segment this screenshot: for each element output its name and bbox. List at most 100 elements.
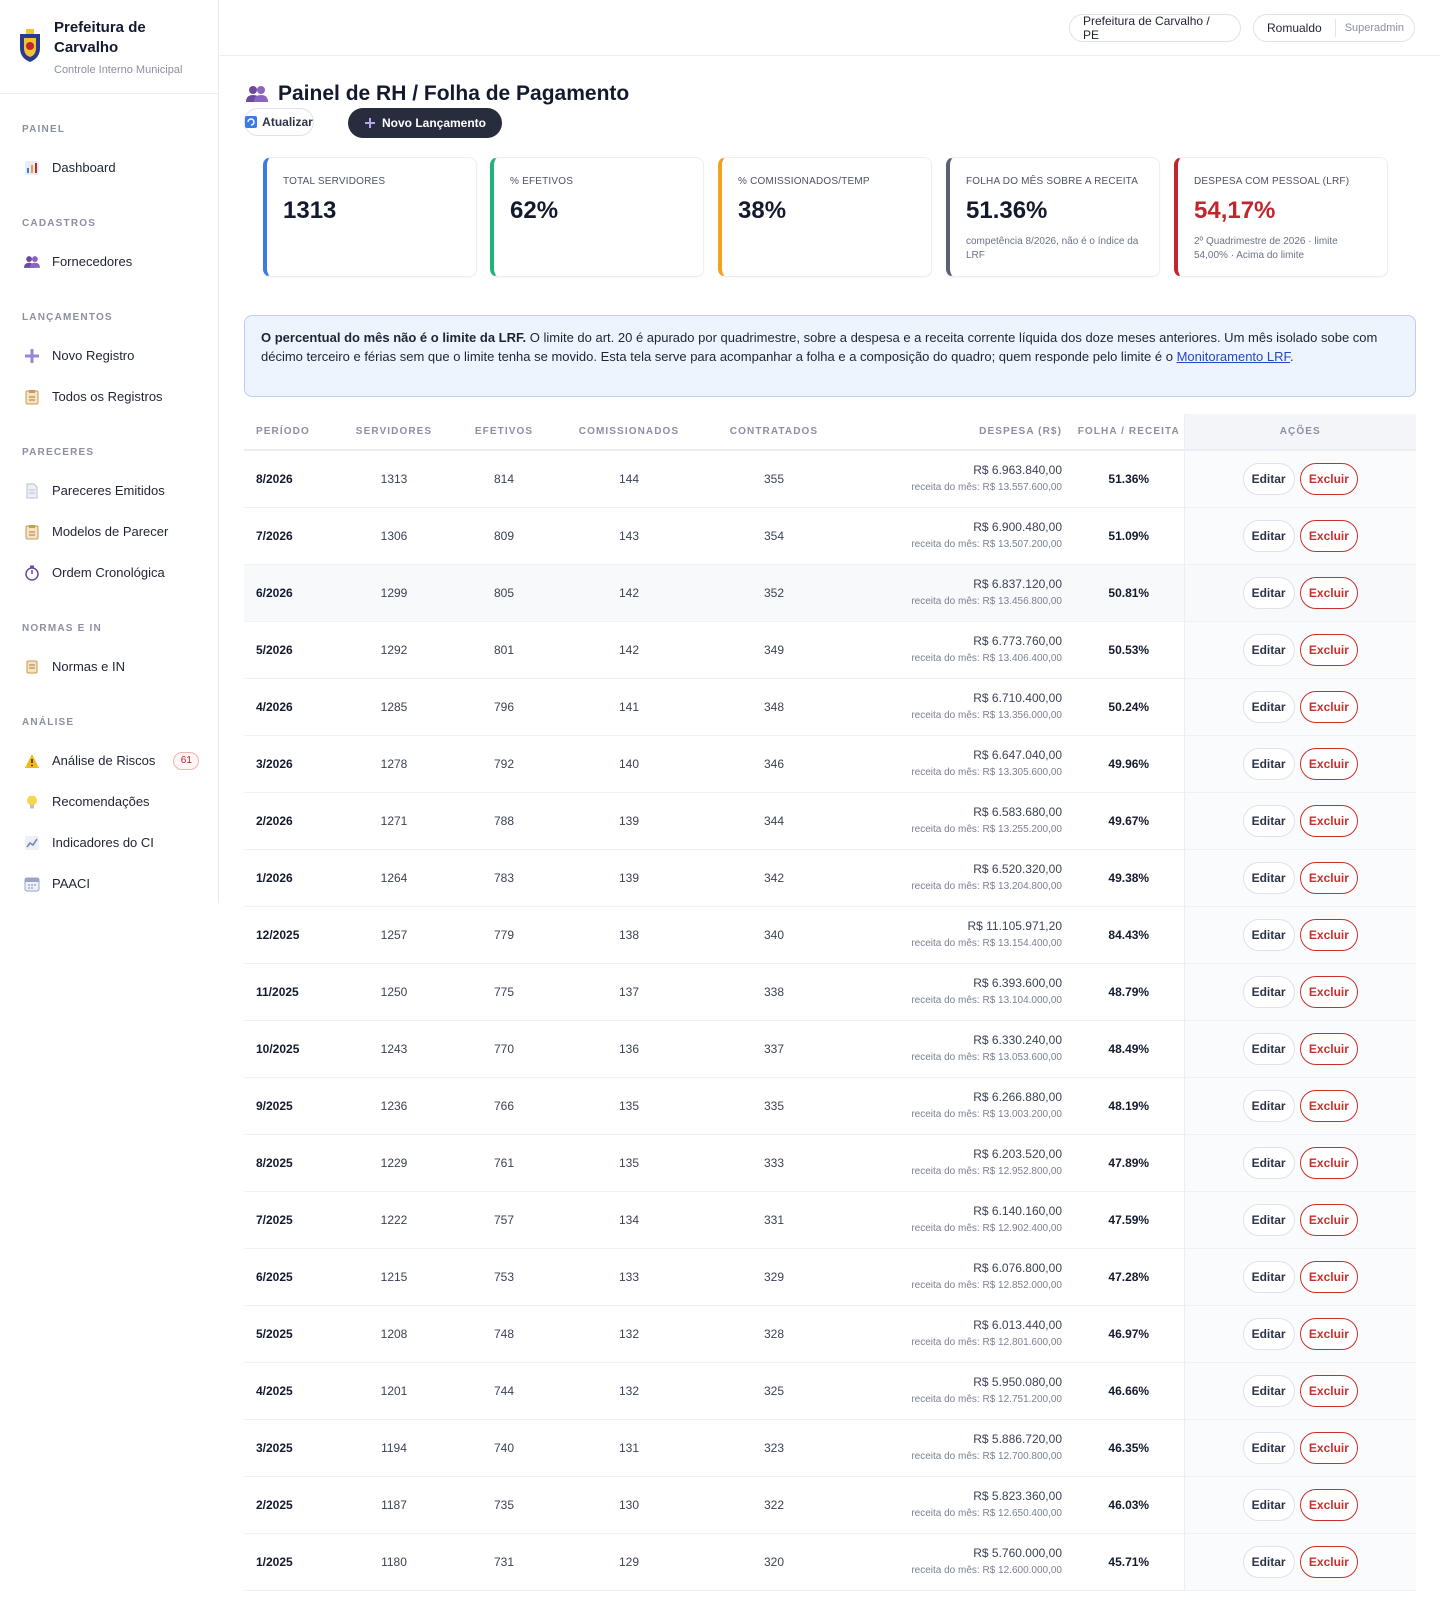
cell-contratados: 337: [704, 1020, 844, 1078]
table-body: 8/2026 1313 814 144 355 R$ 6.963.840,00 receit…: [244, 450, 1416, 1591]
sidebar-item-ordem-cronol-gica[interactable]: Ordem Cronológica: [24, 552, 218, 593]
sidebar-item-dashboard[interactable]: Dashboard: [24, 147, 218, 188]
edit-button[interactable]: Editar: [1242, 1545, 1295, 1578]
delete-button[interactable]: Excluir: [1299, 1317, 1358, 1350]
nav-section: LANÇAMENTOS Novo Registro Todos os Registr…: [0, 312, 218, 417]
city-selector[interactable]: Prefeitura de Carvalho / PE: [1069, 14, 1241, 42]
kpi-label: % Comissionados/Temp: [738, 176, 870, 187]
user-menu[interactable]: Romualdo Superadmin: [1253, 14, 1415, 42]
brand[interactable]: Prefeitura de Carvalho Controle Interno …: [0, 0, 218, 94]
receita-value: R$ 13.305.600,00: [982, 766, 1062, 778]
delete-button[interactable]: Excluir: [1299, 804, 1358, 837]
despesa-value: R$ 11.105.971,20: [967, 918, 1062, 933]
cell-contratados: 320: [704, 1533, 844, 1591]
delete-button[interactable]: Excluir: [1299, 1146, 1358, 1179]
cell-comissionados: 143: [554, 507, 704, 565]
edit-button[interactable]: Editar: [1242, 1488, 1295, 1521]
new-entry-button[interactable]: Novo Lançamento: [348, 108, 502, 138]
cell-despesa: R$ 6.647.040,00 receita do mês: R$ 13.305…: [844, 735, 1074, 793]
edit-button[interactable]: Editar: [1242, 1089, 1295, 1122]
cell-efetivos: 796: [454, 678, 554, 736]
cell-periodo: 9/2025: [244, 1077, 334, 1135]
delete-button[interactable]: Excluir: [1299, 519, 1358, 552]
receita-prefix: receita do mês:: [911, 766, 983, 778]
sidebar-item-fornecedores[interactable]: Fornecedores: [24, 241, 218, 282]
sidebar-item-label: Normas e IN: [52, 659, 125, 674]
edit-button[interactable]: Editar: [1242, 975, 1295, 1008]
sidebar-item-paaci[interactable]: PAACI: [24, 863, 218, 904]
sidebar-item-novo-registro[interactable]: Novo Registro: [24, 335, 218, 376]
edit-button[interactable]: Editar: [1242, 690, 1295, 723]
cell-efetivos: 735: [454, 1476, 554, 1534]
sidebar-item-modelos-de-parecer[interactable]: Modelos de Parecer: [24, 511, 218, 552]
cell-actions: Editar Excluir: [1183, 1305, 1416, 1363]
cell-despesa: R$ 6.773.760,00 receita do mês: R$ 13.406…: [844, 621, 1074, 679]
sidebar-item-pareceres-emitidos[interactable]: Pareceres Emitidos: [24, 470, 218, 511]
edit-button[interactable]: Editar: [1242, 1317, 1295, 1350]
delete-button[interactable]: Excluir: [1299, 462, 1358, 495]
receita-value: R$ 13.104.000,00: [982, 994, 1062, 1006]
edit-button[interactable]: Editar: [1242, 1374, 1295, 1407]
edit-button[interactable]: Editar: [1242, 747, 1295, 780]
edit-button[interactable]: Editar: [1242, 1032, 1295, 1065]
refresh-button[interactable]: Atualizar: [244, 108, 314, 136]
delete-button[interactable]: Excluir: [1299, 1203, 1358, 1236]
edit-button[interactable]: Editar: [1242, 918, 1295, 951]
edit-button[interactable]: Editar: [1242, 861, 1295, 894]
risk-count-badge: 61: [173, 751, 200, 770]
delete-button[interactable]: Excluir: [1299, 975, 1358, 1008]
cell-periodo: 2/2025: [244, 1476, 334, 1534]
delete-button[interactable]: Excluir: [1299, 1260, 1358, 1293]
edit-button[interactable]: Editar: [1242, 633, 1295, 666]
lightbulb-icon: [24, 794, 40, 810]
sidebar-item-indicadores-do-ci[interactable]: Indicadores do CI: [24, 822, 218, 863]
edit-button[interactable]: Editar: [1242, 1431, 1295, 1464]
delete-button[interactable]: Excluir: [1299, 633, 1358, 666]
edit-button[interactable]: Editar: [1242, 519, 1295, 552]
edit-button[interactable]: Editar: [1242, 462, 1295, 495]
delete-button[interactable]: Excluir: [1299, 1545, 1358, 1578]
sidebar-item-an-lise-de-riscos[interactable]: Análise de Riscos 61: [24, 740, 218, 781]
cell-servidores: 1243: [334, 1020, 454, 1078]
cell-servidores: 1285: [334, 678, 454, 736]
sidebar-item-normas-e-in[interactable]: Normas e IN: [24, 646, 218, 687]
delete-button[interactable]: Excluir: [1299, 861, 1358, 894]
cell-contratados: 344: [704, 792, 844, 850]
delete-button[interactable]: Excluir: [1299, 576, 1358, 609]
payroll-table: Período Servidores Efetivos Comissionados Co…: [244, 414, 1416, 1591]
receita-value: R$ 12.801.600,00: [982, 1336, 1062, 1348]
edit-button[interactable]: Editar: [1242, 1146, 1295, 1179]
delete-button[interactable]: Excluir: [1299, 918, 1358, 951]
delete-button[interactable]: Excluir: [1299, 1032, 1358, 1065]
table-row: 5/2026 1292 801 142 349 R$ 6.773.760,00 receit…: [244, 621, 1416, 679]
edit-button[interactable]: Editar: [1242, 1203, 1295, 1236]
despesa-value: R$ 5.823.360,00: [973, 1488, 1062, 1503]
edit-button[interactable]: Editar: [1242, 576, 1295, 609]
delete-button[interactable]: Excluir: [1299, 747, 1358, 780]
sidebar-item-todos-os-registros[interactable]: Todos os Registros: [24, 376, 218, 417]
nav-section-heading: CADASTROS: [22, 218, 97, 229]
edit-button[interactable]: Editar: [1242, 804, 1295, 837]
despesa-value: R$ 5.950.080,00: [973, 1374, 1062, 1389]
cell-efetivos: 809: [454, 507, 554, 565]
delete-button[interactable]: Excluir: [1299, 690, 1358, 723]
cell-servidores: 1278: [334, 735, 454, 793]
lrf-monitor-link[interactable]: Monitoramento LRF: [1177, 349, 1290, 364]
users-icon: [246, 86, 268, 102]
cell-efetivos: 779: [454, 906, 554, 964]
sidebar-item-recomenda-es[interactable]: Recomendações: [24, 781, 218, 822]
cell-servidores: 1222: [334, 1191, 454, 1249]
receita-value: R$ 13.154.400,00: [982, 937, 1062, 949]
delete-button[interactable]: Excluir: [1299, 1089, 1358, 1122]
cell-despesa: R$ 5.950.080,00 receita do mês: R$ 12.751…: [844, 1362, 1074, 1420]
edit-button[interactable]: Editar: [1242, 1260, 1295, 1293]
delete-button[interactable]: Excluir: [1299, 1431, 1358, 1464]
cell-actions: Editar Excluir: [1183, 1134, 1416, 1192]
lrf-notice-end: .: [1290, 349, 1294, 364]
topbar: Prefeitura de Carvalho / PE Romualdo Sup…: [220, 0, 1440, 56]
delete-button[interactable]: Excluir: [1299, 1374, 1358, 1407]
delete-button[interactable]: Excluir: [1299, 1488, 1358, 1521]
despesa-value: R$ 6.203.520,00: [973, 1146, 1062, 1161]
cell-efetivos: 814: [454, 450, 554, 508]
cell-actions: Editar Excluir: [1183, 735, 1416, 793]
